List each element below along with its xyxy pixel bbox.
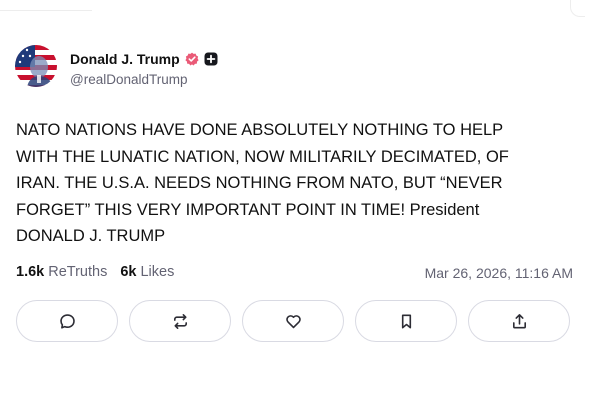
retruths-label: ReTruths — [48, 264, 108, 280]
post-actions — [16, 300, 570, 342]
likes-count: 6k — [120, 264, 137, 280]
retruth-icon — [173, 313, 187, 329]
truth-post: Donald J. Trump @realDonaldTrump NATO NA… — [0, 0, 591, 404]
verified-icon — [185, 52, 199, 66]
bookmark-button[interactable] — [355, 300, 457, 342]
bookmark-icon — [401, 314, 411, 328]
avatar-image — [15, 45, 57, 87]
retruths-stat[interactable]: 1.6k ReTruths — [16, 264, 107, 280]
author-name-row: Donald J. Trump — [70, 50, 218, 68]
reply-button[interactable] — [16, 300, 118, 342]
likes-stat[interactable]: 6k Likes — [120, 264, 174, 280]
like-button[interactable] — [242, 300, 344, 342]
author-display-name[interactable]: Donald J. Trump — [70, 51, 180, 67]
retruths-count: 1.6k — [16, 264, 45, 280]
reply-icon — [59, 313, 75, 329]
likes-label: Likes — [140, 264, 175, 280]
post-timestamp[interactable]: Mar 26, 2026, 11:16 AM — [425, 265, 573, 281]
like-icon — [285, 314, 301, 328]
share-button[interactable] — [468, 300, 570, 342]
engagement-stats: 1.6k ReTruths 6k Likes — [16, 264, 187, 280]
retruth-button[interactable] — [129, 300, 231, 342]
plus-icon — [204, 52, 218, 66]
author-handle[interactable]: @realDonaldTrump — [70, 72, 188, 87]
share-icon — [512, 313, 526, 328]
post-text: NATO NATIONS HAVE DONE ABSOLUTELY NOTHIN… — [16, 121, 509, 246]
avatar[interactable] — [15, 45, 57, 87]
